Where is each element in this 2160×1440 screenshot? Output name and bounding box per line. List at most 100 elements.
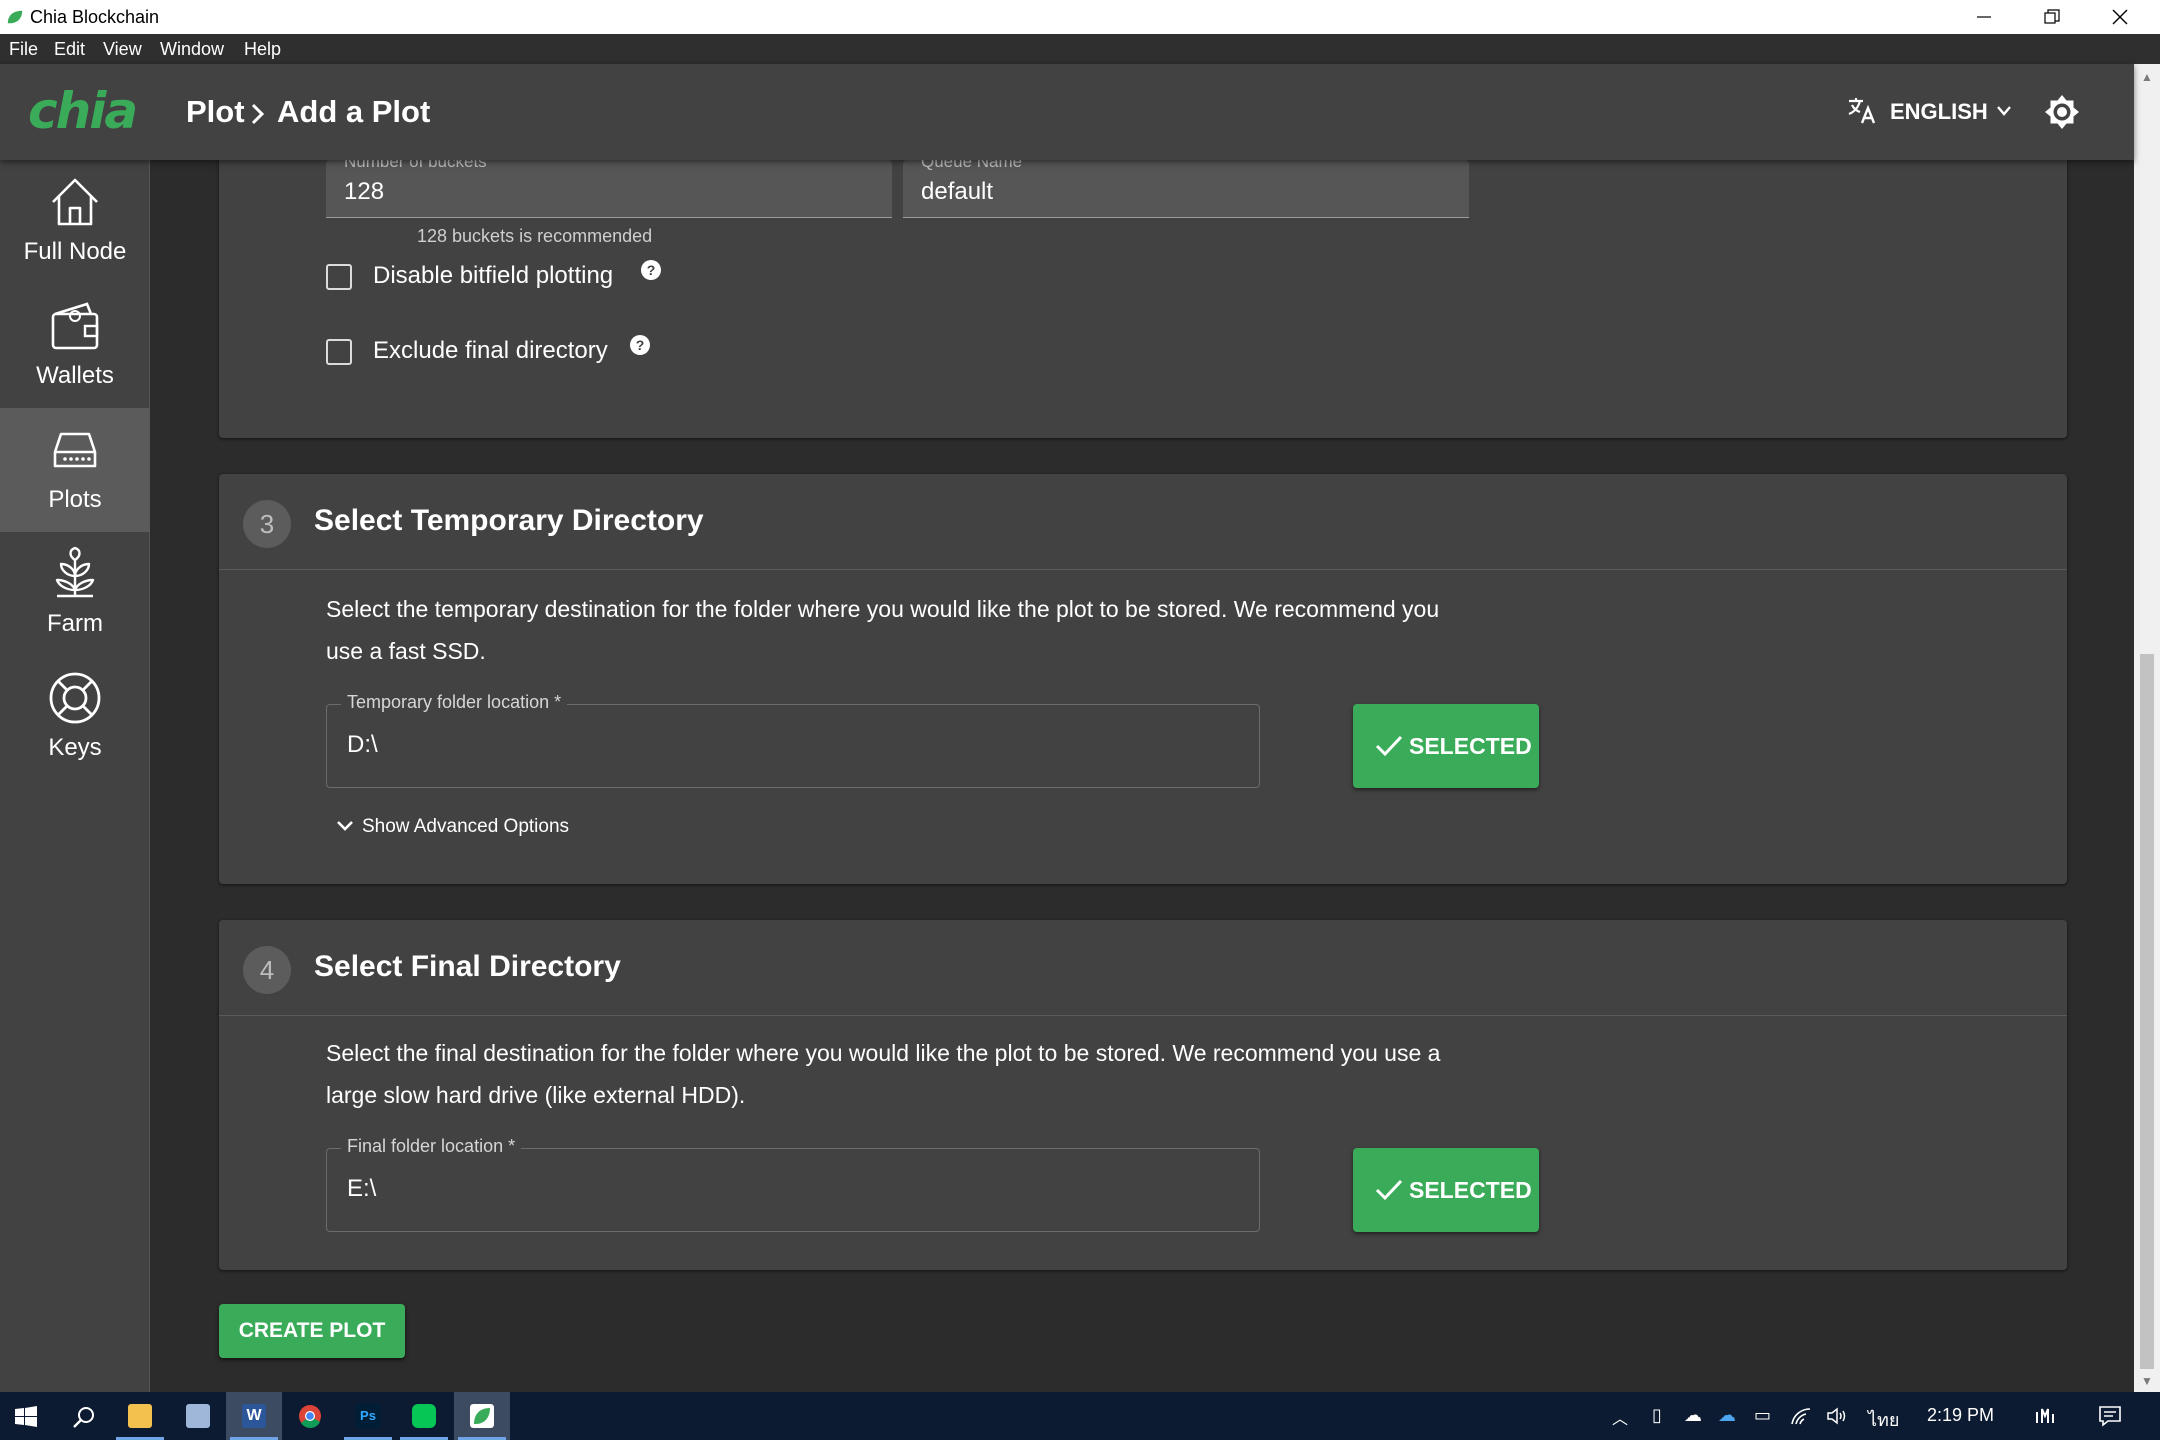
- taskbar-chia[interactable]: [454, 1392, 510, 1440]
- app-header: chia Plot Add a Plot ENGLISH: [0, 64, 2134, 160]
- vertical-scrollbar[interactable]: ▲ ▼: [2134, 64, 2160, 1392]
- line-chat-icon: [412, 1404, 436, 1428]
- onedrive-business-icon[interactable]: ☁: [1718, 1405, 1736, 1426]
- menu-file[interactable]: File: [9, 39, 38, 60]
- card-title: Select Final Directory: [314, 950, 621, 983]
- chia-leaf-icon: [7, 10, 23, 24]
- brightness-toggle-icon[interactable]: [2044, 94, 2080, 130]
- create-plot-button[interactable]: CREATE PLOT: [219, 1304, 405, 1358]
- chevron-right-icon: [251, 103, 265, 125]
- search-icon: [73, 1407, 94, 1428]
- card-header: 3 Select Temporary Directory: [219, 474, 2067, 570]
- page-title: Add a Plot: [277, 94, 431, 129]
- step-number: 3: [243, 500, 291, 548]
- card-header: 4 Select Final Directory: [219, 920, 2067, 1016]
- help-icon[interactable]: ?: [630, 335, 650, 355]
- field-label: Final folder location *: [341, 1136, 522, 1157]
- close-icon: [2112, 9, 2128, 25]
- document-app-icon: [186, 1404, 210, 1428]
- taskbar-line[interactable]: [396, 1392, 452, 1440]
- minimize-icon: [1977, 16, 1991, 18]
- exclude-final-label[interactable]: Exclude final directory: [373, 337, 608, 365]
- toggle-label: Show Advanced Options: [362, 816, 570, 837]
- buckets-label: Number of buckets: [344, 160, 487, 171]
- chia-logo[interactable]: chia: [28, 82, 138, 140]
- restore-button[interactable]: [2018, 0, 2086, 34]
- sidebar-item-label: Full Node: [23, 238, 127, 265]
- scroll-down-arrow-icon[interactable]: ▼: [2141, 1374, 2153, 1388]
- temporary-directory-card: 3 Select Temporary Directory Select the …: [219, 474, 2067, 884]
- final-directory-card: 4 Select Final Directory Select the fina…: [219, 920, 2067, 1270]
- buckets-field[interactable]: Number of buckets 128: [326, 160, 892, 218]
- input-language[interactable]: ไทย: [1868, 1405, 1899, 1434]
- restore-icon: [2044, 9, 2060, 24]
- photoshop-icon: Ps: [356, 1404, 380, 1428]
- disable-bitfield-checkbox[interactable]: [326, 264, 352, 290]
- final-folder-field[interactable]: Final folder location * E:\: [326, 1136, 1260, 1232]
- menu-window[interactable]: Window: [160, 39, 224, 60]
- sidebar: Full Node Wallets Plots Farm Keys: [0, 160, 150, 1392]
- minimize-button[interactable]: [1950, 0, 2018, 34]
- window-title: Chia Blockchain: [30, 7, 160, 27]
- temporary-folder-field[interactable]: Temporary folder location * D:\: [326, 692, 1260, 788]
- translate-icon: [1848, 98, 1876, 124]
- usb-icon[interactable]: ▯: [1652, 1405, 1662, 1426]
- card-description: Select the temporary destination for the…: [326, 596, 1440, 664]
- notifications-icon[interactable]: [2098, 1405, 2122, 1427]
- onedrive-personal-icon[interactable]: ☁: [1684, 1405, 1702, 1426]
- exclude-final-checkbox[interactable]: [326, 339, 352, 365]
- card-title: Select Temporary Directory: [314, 504, 704, 537]
- taskbar-file-explorer[interactable]: [112, 1392, 168, 1440]
- wifi-icon[interactable]: [1790, 1406, 1812, 1426]
- sidebar-item-keys[interactable]: Keys: [0, 656, 150, 780]
- button-label: SELECTED: [1409, 733, 1532, 759]
- scroll-up-arrow-icon[interactable]: ▲: [2141, 70, 2153, 84]
- lifebuoy-icon: [49, 672, 101, 724]
- queue-name-field[interactable]: Queue Name default: [903, 160, 1469, 218]
- field-value: E:\: [347, 1175, 377, 1202]
- battery-icon[interactable]: ▭: [1754, 1405, 1771, 1426]
- sidebar-item-wallets[interactable]: Wallets: [0, 284, 150, 408]
- show-advanced-options-toggle[interactable]: Show Advanced Options: [337, 816, 570, 838]
- sidebar-item-label: Keys: [48, 734, 102, 761]
- select-final-button[interactable]: SELECTED: [1353, 1148, 1539, 1232]
- taskbar-photoshop[interactable]: Ps: [340, 1392, 396, 1440]
- main-content: Number of buckets 128 Queue Name default…: [150, 160, 2134, 1392]
- breadcrumb-plot[interactable]: Plot: [186, 94, 245, 130]
- start-button[interactable]: [0, 1392, 56, 1440]
- check-icon: [1375, 735, 1403, 757]
- close-button[interactable]: [2086, 0, 2154, 34]
- menu-view[interactable]: View: [103, 39, 142, 60]
- sidebar-item-farm[interactable]: Farm: [0, 532, 150, 656]
- sidebar-item-label: Wallets: [36, 362, 114, 389]
- chevron-down-icon: [1997, 106, 2011, 116]
- sidebar-item-full-node[interactable]: Full Node: [0, 160, 150, 284]
- sidebar-item-label: Farm: [47, 610, 103, 637]
- search-button[interactable]: [56, 1392, 112, 1440]
- hard-drive-icon: [53, 432, 97, 468]
- select-temporary-button[interactable]: SELECTED: [1353, 704, 1539, 788]
- sidebar-item-plots[interactable]: Plots: [0, 408, 150, 532]
- disable-bitfield-label[interactable]: Disable bitfield plotting: [373, 262, 613, 290]
- tray-overflow-icon[interactable]: ︿: [1612, 1405, 1628, 1429]
- step-number: 4: [243, 946, 291, 994]
- taskbar-app[interactable]: [170, 1392, 226, 1440]
- home-icon: [52, 178, 98, 226]
- menu-help[interactable]: Help: [244, 39, 281, 60]
- language-selector[interactable]: ENGLISH: [1846, 94, 2011, 130]
- taskbar-word[interactable]: W: [226, 1392, 282, 1440]
- buckets-value: 128: [344, 178, 385, 205]
- ime-icon[interactable]: [2034, 1406, 2056, 1426]
- check-icon: [1375, 1179, 1403, 1201]
- chrome-icon: [299, 1405, 321, 1428]
- windows-taskbar: W Ps ︿ ▯ ☁ ☁ ▭ ไทย 2:19 PM: [0, 1392, 2160, 1440]
- menu-bar: File Edit View Window Help: [0, 34, 2160, 64]
- volume-icon[interactable]: [1826, 1406, 1848, 1426]
- help-icon[interactable]: ?: [641, 260, 661, 280]
- clock[interactable]: 2:19 PM: [1927, 1405, 1994, 1426]
- taskbar-chrome[interactable]: [282, 1392, 338, 1440]
- menu-edit[interactable]: Edit: [54, 39, 85, 60]
- queue-name-value: default: [921, 178, 994, 205]
- scrollbar-thumb[interactable]: [2140, 654, 2154, 1369]
- advanced-options-card: Number of buckets 128 Queue Name default…: [219, 160, 2067, 438]
